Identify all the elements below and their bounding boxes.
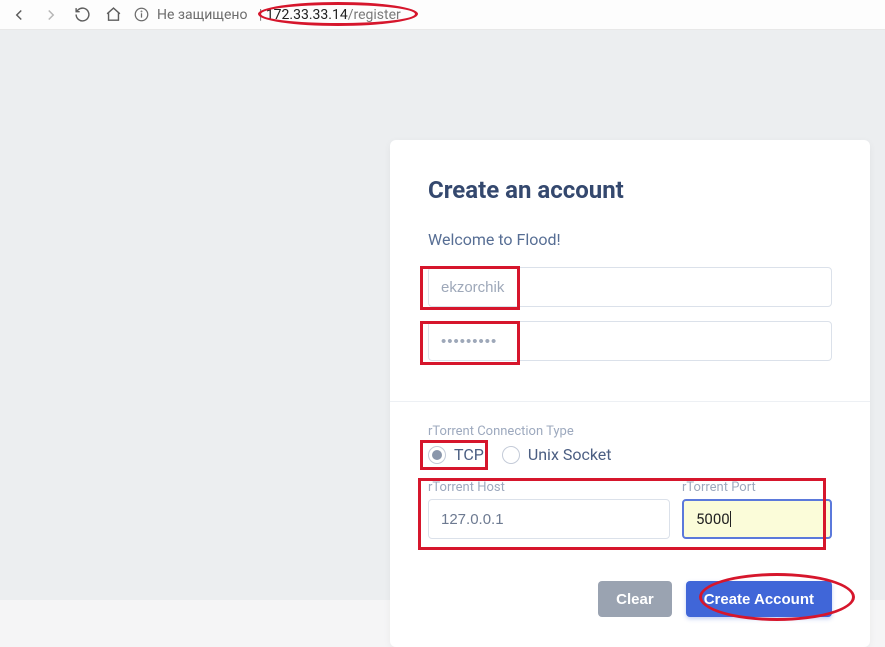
- password-input[interactable]: [428, 321, 832, 361]
- port-label: rTorrent Port: [682, 480, 832, 495]
- welcome-text: Welcome to Flood!: [428, 230, 832, 249]
- clear-button[interactable]: Clear: [598, 581, 672, 617]
- host-port-row: rTorrent Host rTorrent Port 5000: [428, 480, 832, 539]
- browser-toolbar: Не защищено | 172.33.33.14/register: [0, 0, 885, 30]
- divider: [390, 401, 870, 402]
- nav-icon-group: [10, 6, 122, 24]
- radio-tcp-label: TCP: [454, 445, 484, 464]
- page-background: Create an account Welcome to Flood! rTor…: [0, 30, 885, 600]
- text-caret: [730, 511, 731, 527]
- info-icon[interactable]: [134, 7, 149, 22]
- forward-icon[interactable]: [42, 6, 60, 24]
- username-input[interactable]: [428, 267, 832, 307]
- back-icon[interactable]: [10, 6, 28, 24]
- reload-icon[interactable]: [74, 6, 91, 23]
- annotation-oval-create: [699, 573, 855, 621]
- home-icon[interactable]: [105, 6, 122, 23]
- radio-tcp[interactable]: TCP: [428, 445, 484, 464]
- radio-circle-icon: [502, 446, 520, 464]
- radio-group: TCP Unix Socket: [428, 445, 832, 464]
- security-label: Не защищено: [157, 7, 247, 23]
- address-bar[interactable]: Не защищено | 172.33.33.14/register: [134, 7, 401, 23]
- page-title: Create an account: [428, 176, 832, 204]
- connection-type-label: rTorrent Connection Type: [428, 424, 832, 439]
- button-row: Clear Create Account: [428, 581, 832, 617]
- port-value: 5000: [696, 510, 730, 528]
- host-input[interactable]: [428, 499, 670, 539]
- host-label: rTorrent Host: [428, 480, 670, 495]
- radio-unix[interactable]: Unix Socket: [502, 445, 612, 464]
- radio-unix-label: Unix Socket: [528, 445, 612, 464]
- radio-circle-icon: [428, 446, 446, 464]
- port-input[interactable]: 5000: [682, 499, 832, 539]
- annotation-oval-url: [258, 2, 418, 26]
- register-card: Create an account Welcome to Flood! rTor…: [390, 140, 870, 647]
